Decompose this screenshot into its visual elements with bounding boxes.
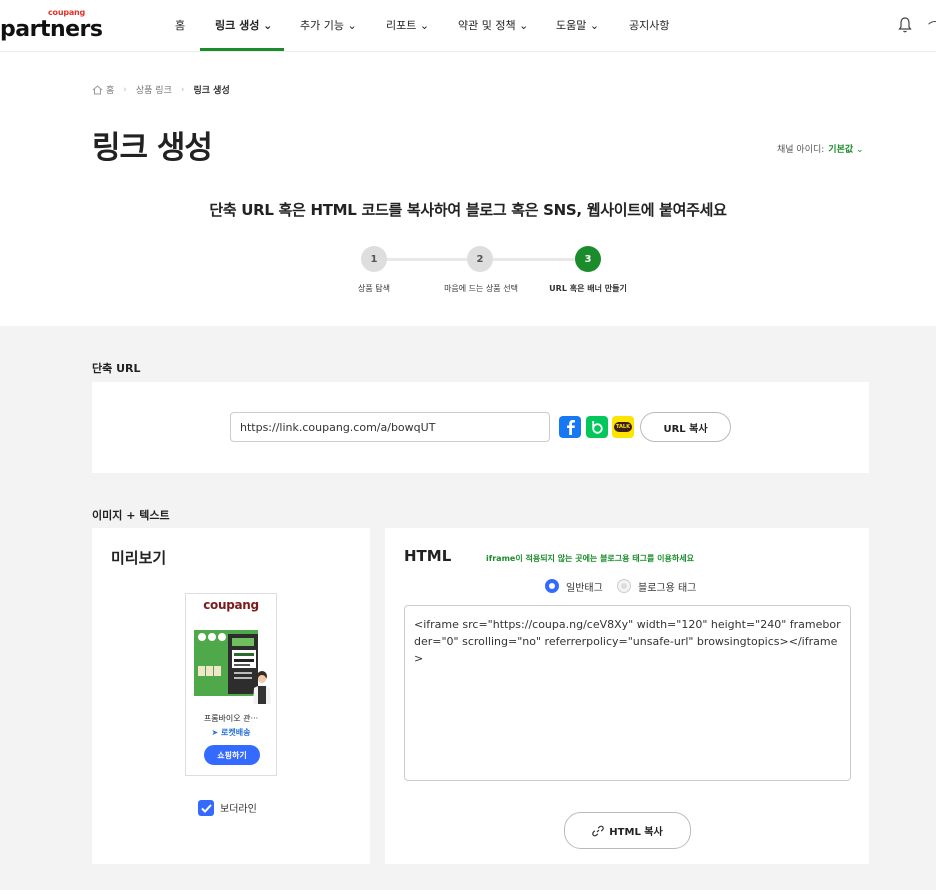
nav-report-label: 리포트: [386, 19, 417, 32]
breadcrumb: 홈 › 상품 링크 › 링크 생성: [92, 83, 230, 96]
preview-title: 미리보기: [111, 549, 167, 567]
html-copy-label: HTML 복사: [609, 827, 663, 838]
chevron-down-icon: ⌄: [519, 19, 529, 32]
nav-home[interactable]: 홈: [175, 17, 185, 33]
banner-coupang-logo: coupang: [186, 598, 276, 612]
nav-report[interactable]: 리포트 ⌄: [386, 17, 429, 33]
band-share-icon[interactable]: [586, 416, 608, 438]
chevron-down-icon: ⌄: [856, 145, 864, 155]
step-1-circle: 1: [361, 246, 387, 272]
breadcrumb-current: 링크 생성: [193, 86, 230, 96]
link-icon: [592, 825, 605, 837]
active-nav-indicator: [200, 48, 284, 51]
chevron-down-icon: ⌄: [347, 19, 357, 32]
channel-selector[interactable]: 채널 아이디: 기본값 ⌄: [777, 142, 864, 155]
nav-help[interactable]: 도움말 ⌄: [556, 17, 599, 33]
nav-link-create[interactable]: 링크 생성 ⌄: [215, 17, 272, 33]
short-url-input[interactable]: [230, 412, 550, 442]
banner-product-name: 프롬바이오 관···: [203, 714, 259, 723]
page-title: 링크 생성: [92, 130, 213, 166]
user-menu-icon[interactable]: ⌒: [928, 18, 936, 38]
kakaotalk-share-icon[interactable]: TALK: [612, 416, 634, 438]
chevron-right-icon: ›: [180, 84, 185, 95]
radio-blog-tag-label[interactable]: 블로그용 태그: [638, 579, 696, 594]
step-1-label: 상품 탐색: [358, 284, 390, 293]
url-copy-button[interactable]: URL 복사: [640, 412, 731, 442]
banner-product-image: [192, 624, 272, 706]
nav-terms[interactable]: 약관 및 정책 ⌄: [458, 17, 528, 33]
step-3-circle: 3: [575, 246, 601, 272]
border-checkbox[interactable]: [198, 800, 214, 816]
border-checkbox-label: 보더라인: [220, 804, 257, 815]
chevron-down-icon: ⌄: [263, 19, 273, 32]
nav-link-create-label: 링크 생성: [215, 19, 260, 32]
html-copy-button[interactable]: HTML 복사: [564, 812, 691, 849]
image-text-section-label: 이미지 + 텍스트: [92, 509, 170, 522]
chevron-down-icon: ⌄: [589, 19, 600, 32]
channel-value: 기본값: [828, 145, 854, 155]
nav-extra-features[interactable]: 추가 기능 ⌄: [300, 17, 357, 33]
banner-rocket-delivery: ➤ 로켓배송: [186, 727, 276, 738]
html-code-textarea[interactable]: <iframe src="https://coupa.ng/ceV8Xy" wi…: [404, 605, 851, 781]
banner-shop-button[interactable]: 쇼핑하기: [204, 745, 260, 765]
nav-notice[interactable]: 공지사항: [629, 17, 669, 33]
kakao-talk-badge: TALK: [614, 422, 632, 432]
instruction-text: 단축 URL 혹은 HTML 코드를 복사하여 블로그 혹은 SNS, 웹사이트…: [209, 201, 727, 219]
radio-normal-tag[interactable]: [545, 579, 559, 593]
breadcrumb-product-link[interactable]: 상품 링크: [136, 83, 172, 96]
rocket-icon: ➤: [211, 728, 219, 737]
logo-coupang-text: coupang: [48, 8, 86, 17]
short-url-section-label: 단축 URL: [92, 362, 141, 375]
banner-preview[interactable]: coupang 프롬바이오 관··· ➤ 로켓배송 쇼핑하기: [185, 593, 277, 776]
top-header: coupang partners 홈 링크 생성 ⌄ 추가 기능 ⌄ 리포트 ⌄…: [0, 0, 936, 52]
step-2-label: 마음에 드는 상품 선택: [444, 284, 518, 293]
nav-home-label: 홈: [175, 19, 186, 32]
facebook-share-icon[interactable]: [559, 416, 581, 438]
chevron-right-icon: ›: [123, 84, 127, 95]
bell-icon[interactable]: [897, 16, 913, 34]
iframe-notice: iframe이 적용되지 않는 곳에는 블로그용 태그를 이용하세요: [486, 554, 694, 563]
chevron-down-icon: ⌄: [419, 19, 430, 32]
breadcrumb-home[interactable]: 홈: [106, 83, 114, 96]
logo-partners-text: partners: [0, 17, 103, 42]
step-3-label: URL 혹은 배너 만들기: [549, 284, 627, 293]
channel-label: 채널 아이디:: [777, 145, 825, 155]
banner-rocket-label: 로켓배송: [221, 728, 251, 737]
nav-help-label: 도움말: [556, 19, 587, 32]
nav-notice-label: 공지사항: [629, 19, 670, 32]
html-title: HTML: [404, 547, 452, 565]
nav-terms-label: 약관 및 정책: [458, 19, 516, 32]
step-2-circle: 2: [467, 246, 493, 272]
banner-logo-text: coupang: [203, 598, 259, 612]
radio-blog-tag[interactable]: [617, 579, 631, 593]
nav-extra-label: 추가 기능: [300, 19, 344, 32]
radio-normal-tag-label[interactable]: 일반태그: [566, 579, 603, 594]
home-icon[interactable]: [92, 84, 103, 95]
